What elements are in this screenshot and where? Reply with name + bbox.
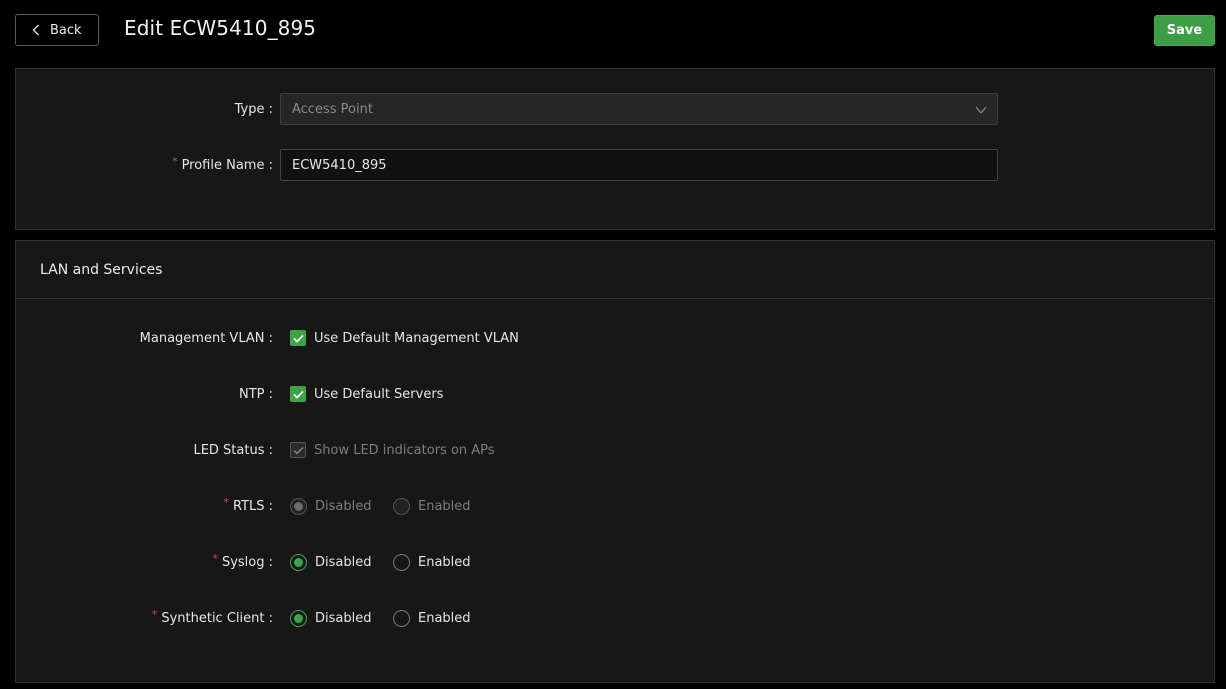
syslog-label: * Syslog : — [212, 551, 273, 570]
syslog-disabled-radio[interactable]: Disabled — [290, 553, 372, 571]
rtls-disabled-radio[interactable]: Disabled — [290, 497, 372, 515]
checkmark-icon — [290, 330, 306, 346]
led-status-label: LED Status : — [193, 442, 273, 458]
synthetic-client-enabled-label: Enabled — [418, 610, 471, 626]
edit-profile-page: Back Edit ECW5410_895 Save Type : Access… — [0, 0, 1226, 689]
syslog-enabled-radio[interactable]: Enabled — [393, 553, 471, 571]
required-marker: * — [223, 495, 229, 509]
management-vlan-checkbox[interactable]: Use Default Management VLAN — [290, 330, 519, 346]
syslog-disabled-label: Disabled — [315, 554, 372, 570]
profile-name-row: * Profile Name : — [16, 149, 1214, 181]
synthetic-client-label: * Synthetic Client : — [151, 607, 273, 626]
type-select[interactable]: Access Point — [280, 93, 998, 125]
section-title: LAN and Services — [16, 241, 1214, 299]
required-marker: * — [151, 607, 158, 621]
required-marker: * — [172, 154, 178, 168]
rtls-disabled-label: Disabled — [315, 498, 372, 514]
profile-name-input[interactable] — [280, 149, 998, 181]
syslog-row: * Syslog : Disabled Enabled — [16, 546, 1214, 578]
radio-icon — [393, 553, 410, 571]
type-label: Type : — [234, 101, 273, 117]
management-vlan-label: Management VLAN : — [139, 330, 273, 346]
page-title: Edit ECW5410_895 — [124, 16, 317, 40]
type-row: Type : Access Point — [16, 93, 1214, 125]
rtls-enabled-label: Enabled — [418, 498, 471, 514]
lan-services-panel: LAN and Services Management VLAN : Use D… — [15, 240, 1215, 683]
radio-icon — [290, 497, 307, 515]
ntp-checkbox[interactable]: Use Default Servers — [290, 386, 443, 402]
rtls-label: * RTLS : — [223, 495, 273, 514]
rtls-row: * RTLS : Disabled Enabled — [16, 490, 1214, 522]
radio-icon — [393, 497, 410, 515]
ntp-row: NTP : Use Default Servers — [16, 378, 1214, 410]
required-marker: * — [212, 551, 218, 565]
ntp-label: NTP : — [238, 386, 273, 402]
type-select-value: Access Point — [292, 101, 373, 117]
back-button-label: Back — [50, 22, 82, 38]
radio-icon — [290, 609, 307, 627]
management-vlan-row: Management VLAN : Use Default Management… — [16, 322, 1214, 354]
led-status-row: LED Status : Show LED indicators on APs — [16, 434, 1214, 466]
chevron-left-icon — [32, 24, 40, 36]
save-button[interactable]: Save — [1154, 15, 1215, 46]
led-status-checkbox[interactable]: Show LED indicators on APs — [290, 442, 495, 458]
rtls-enabled-radio[interactable]: Enabled — [393, 497, 471, 515]
management-vlan-option: Use Default Management VLAN — [314, 330, 519, 346]
synthetic-client-enabled-radio[interactable]: Enabled — [393, 609, 471, 627]
radio-icon — [393, 609, 410, 627]
checkmark-icon — [290, 442, 306, 458]
synthetic-client-row: * Synthetic Client : Disabled Enabled — [16, 602, 1214, 634]
chevron-down-icon — [975, 104, 987, 119]
synthetic-client-disabled-radio[interactable]: Disabled — [290, 609, 372, 627]
profile-panel: Type : Access Point * Profile Name : — [15, 68, 1215, 230]
checkmark-icon — [290, 386, 306, 402]
radio-icon — [290, 553, 307, 571]
profile-name-label: * Profile Name : — [172, 154, 273, 173]
syslog-enabled-label: Enabled — [418, 554, 471, 570]
led-status-option: Show LED indicators on APs — [314, 442, 495, 458]
back-button[interactable]: Back — [15, 14, 99, 46]
synthetic-client-disabled-label: Disabled — [315, 610, 372, 626]
ntp-option: Use Default Servers — [314, 386, 444, 402]
